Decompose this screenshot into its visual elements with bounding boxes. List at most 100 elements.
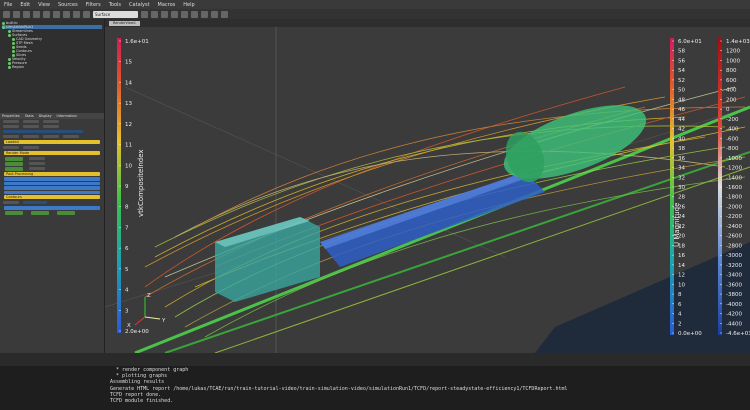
option-button[interactable] — [4, 177, 100, 181]
calculator-icon[interactable] — [181, 10, 188, 18]
reset-camera-icon[interactable] — [141, 10, 148, 18]
open-icon[interactable] — [3, 10, 10, 18]
action-button[interactable] — [31, 211, 49, 215]
menu-help[interactable]: Help — [183, 2, 194, 8]
eye-icon[interactable] — [12, 37, 15, 41]
section-contours[interactable]: Contours — [4, 195, 100, 199]
section-post-processing[interactable]: Post-Processing — [4, 172, 100, 176]
colorbar-right-tick-label: -1800 — [726, 195, 742, 201]
rewind-icon[interactable] — [73, 10, 80, 18]
menu-macros[interactable]: Macros — [158, 2, 176, 8]
zoom-icon[interactable] — [151, 10, 158, 18]
colorbar-mid-tick-label: 16 — [678, 253, 685, 259]
axis-y-label: Y — [161, 318, 166, 324]
slice-icon[interactable] — [211, 10, 218, 18]
field-chip[interactable] — [3, 145, 19, 150]
colorbar-mid-tick-label: 56 — [678, 58, 685, 64]
field-chip[interactable] — [3, 124, 19, 129]
representation-select[interactable]: Surface — [93, 10, 138, 18]
option-button[interactable] — [4, 206, 100, 210]
tab-stats[interactable]: Stats — [25, 114, 34, 118]
colorbar-mid-tick-label: 34 — [678, 166, 685, 172]
toggle-button[interactable] — [5, 166, 23, 171]
colorbar-mid-tick-label: 44 — [678, 117, 685, 123]
colorbar-right-tick-label: -800 — [726, 146, 739, 152]
field-chip[interactable] — [23, 145, 39, 150]
camera-icon[interactable] — [43, 10, 50, 18]
colorbar-mid-tick-label: 42 — [678, 127, 685, 133]
field-chip[interactable] — [3, 200, 19, 205]
undo-icon[interactable] — [23, 10, 30, 18]
field-chip[interactable] — [23, 134, 39, 139]
view-tab[interactable]: RenderView1 — [109, 20, 140, 26]
eye-icon[interactable] — [12, 41, 15, 45]
field-chip[interactable] — [43, 134, 59, 139]
field-chip[interactable] — [29, 166, 45, 171]
field-chip[interactable] — [3, 134, 19, 139]
section-render-mode[interactable]: Render Mode — [4, 151, 100, 155]
play-icon[interactable] — [53, 10, 60, 18]
menu-sources[interactable]: Sources — [58, 2, 78, 8]
field-chip[interactable] — [43, 119, 59, 124]
colorbar-mid-tick-label: 12 — [678, 273, 685, 279]
clip-icon[interactable] — [201, 10, 208, 18]
menu-view[interactable]: View — [38, 2, 50, 8]
axis-z-label: Z — [147, 293, 151, 299]
field-chip[interactable] — [29, 156, 45, 161]
eye-icon[interactable] — [8, 33, 11, 37]
colorbar-right-tick-label: -2200 — [726, 214, 742, 220]
option-button[interactable] — [4, 186, 100, 190]
stream-icon[interactable] — [221, 10, 228, 18]
eye-icon[interactable] — [12, 49, 15, 53]
tab-properties[interactable]: Properties — [2, 114, 20, 118]
eye-icon[interactable] — [12, 45, 15, 49]
left-status — [0, 353, 105, 366]
eye-icon[interactable] — [8, 57, 11, 61]
eye-icon[interactable] — [8, 29, 11, 33]
colorbar-left-tick-label: 5 — [125, 267, 129, 273]
field-chip[interactable] — [43, 124, 59, 129]
field-chip[interactable] — [63, 134, 79, 139]
forward-icon[interactable] — [83, 10, 90, 18]
menu-file[interactable]: File — [4, 2, 12, 8]
eye-icon[interactable] — [2, 21, 5, 25]
field-chip[interactable] — [29, 161, 45, 166]
colorbar-left-tick-label: 15 — [125, 60, 132, 66]
render-canvas[interactable]: Z X Y 1.6e+0115141312111098765432.0e+00 … — [105, 27, 750, 353]
save-icon[interactable] — [13, 10, 20, 18]
option-button[interactable] — [4, 181, 100, 185]
colorbar-mid-tick-label: 6.0e+01 — [678, 39, 702, 45]
render-viewport[interactable]: RenderView1 Z X Y 1.6e+01 15 14 13 12 11… — [105, 19, 750, 353]
redo-icon[interactable] — [33, 10, 40, 18]
pipeline-item[interactable]: Region — [2, 65, 102, 69]
colorbar-left: 1.6e+01 15 14 13 12 11 10 9 8 7 6 5 4 3 2.0e+00 vtkCom… — [117, 38, 149, 335]
field-chip[interactable] — [23, 124, 39, 129]
eye-icon[interactable] — [8, 65, 11, 69]
action-button[interactable] — [57, 211, 75, 215]
filter-icon[interactable] — [171, 10, 178, 18]
eye-icon[interactable] — [2, 25, 5, 29]
toolbar: Surface — [0, 9, 750, 19]
option-button[interactable] — [4, 190, 100, 194]
colorbar-right-tick-label: -1400 — [726, 175, 742, 181]
menu-filters[interactable]: Filters — [86, 2, 101, 8]
contour-icon[interactable] — [191, 10, 198, 18]
toggle-button[interactable] — [5, 156, 23, 161]
rotate-icon[interactable] — [161, 10, 168, 18]
menu-tools[interactable]: Tools — [109, 2, 121, 8]
toggle-button[interactable] — [5, 161, 23, 166]
menu-edit[interactable]: Edit — [20, 2, 30, 8]
stop-icon[interactable] — [63, 10, 70, 18]
tab-display[interactable]: Display — [39, 114, 52, 118]
colorbar-right-tick-label: -4000 — [726, 302, 742, 308]
path-field[interactable] — [3, 129, 83, 134]
section-loaded[interactable]: Loaded — [4, 140, 100, 144]
menu-catalyst[interactable]: Catalyst — [129, 2, 150, 8]
action-button[interactable] — [5, 211, 23, 215]
field-chip[interactable] — [3, 119, 19, 124]
eye-icon[interactable] — [8, 61, 11, 65]
tab-information[interactable]: Information — [57, 114, 77, 118]
field-chip[interactable] — [23, 200, 47, 205]
colorbar-mid-tick-label: 38 — [678, 146, 685, 152]
field-chip[interactable] — [23, 119, 39, 124]
